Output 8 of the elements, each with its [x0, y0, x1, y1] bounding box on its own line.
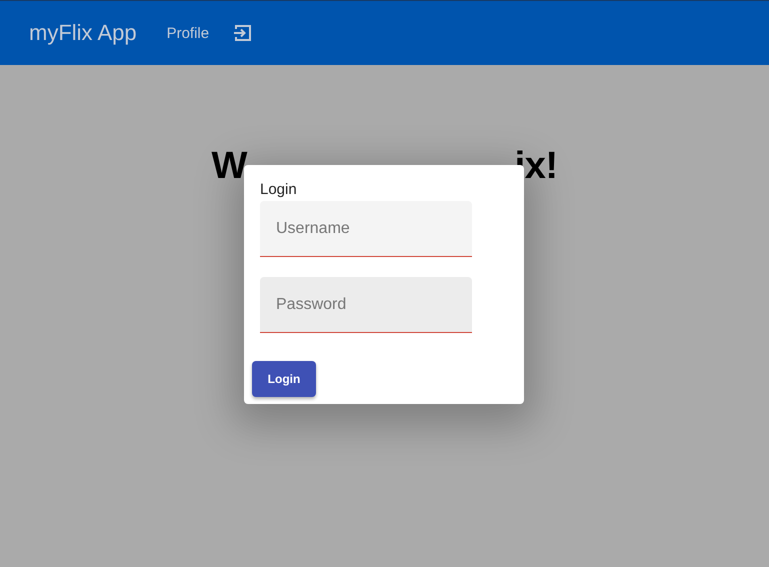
username-field[interactable]: Username	[260, 201, 472, 257]
login-icon[interactable]	[233, 23, 254, 43]
profile-link[interactable]: Profile	[166, 24, 210, 42]
brand-title: myFlix App	[29, 20, 137, 46]
dialog-title: Login	[260, 181, 297, 198]
login-button[interactable]: Login	[252, 361, 316, 397]
heading-fragment: W	[212, 145, 247, 188]
password-field[interactable]: Password	[260, 277, 472, 333]
